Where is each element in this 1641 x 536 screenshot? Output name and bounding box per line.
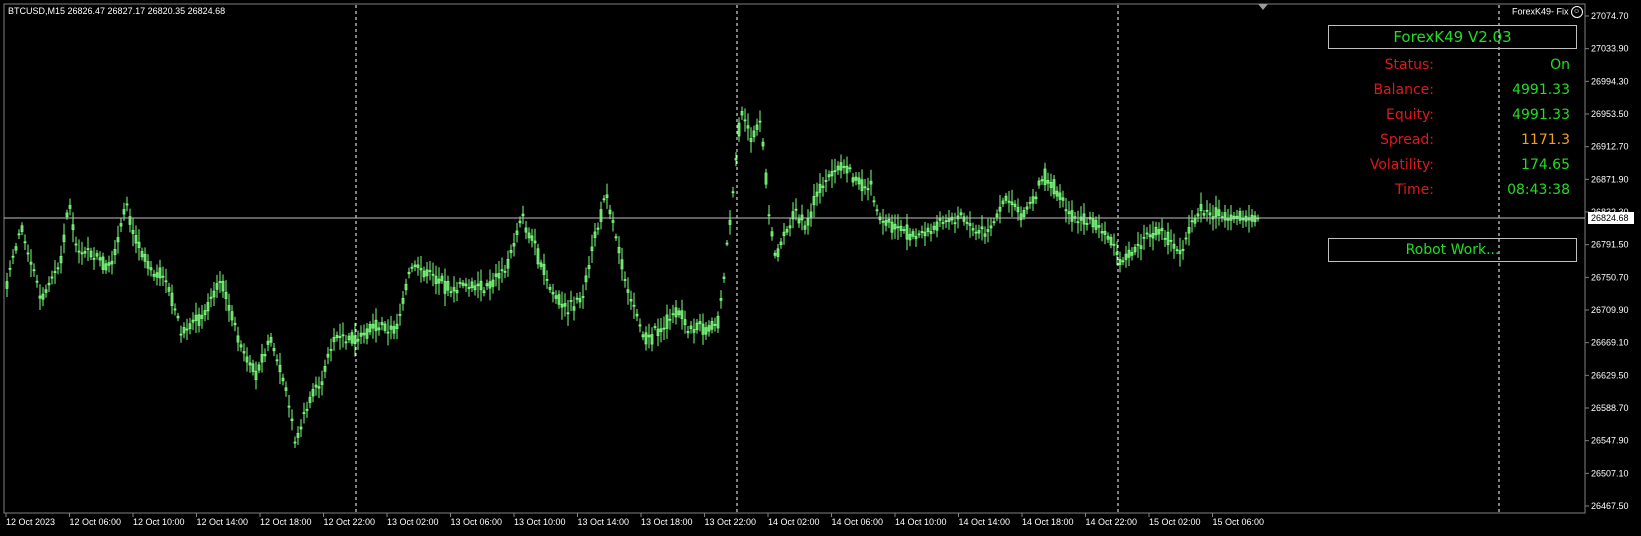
price-tick-label: 27033.90	[1591, 44, 1629, 54]
price-axis[interactable]: 27074.70 27033.90 26994.30 26953.50 26912.70…	[1585, 11, 1629, 511]
price-tick-label: 26467.50	[1591, 501, 1629, 511]
price-tick-label: 26953.50	[1591, 109, 1629, 119]
time-tick-label: 12 Oct 18:00	[260, 517, 312, 527]
time-tick-label: 13 Oct 14:00	[578, 517, 630, 527]
time-tick-label: 12 Oct 2023	[6, 517, 55, 527]
status-value: On	[1550, 57, 1570, 73]
price-tick-label: 26994.30	[1591, 76, 1629, 86]
volatility-label: Volatility:	[1369, 157, 1434, 173]
time-tick-label: 14 Oct 02:00	[768, 517, 820, 527]
time-tick-label: 14 Oct 22:00	[1086, 517, 1138, 527]
symbol-info: BTCUSD,M15 26826.47 26827.17 26820.35 26…	[8, 6, 226, 16]
price-tick-label: 26791.50	[1591, 240, 1629, 250]
time-tick-label: 14 Oct 06:00	[832, 517, 884, 527]
price-tick-label: 27074.70	[1591, 11, 1629, 21]
time-label: Time:	[1395, 182, 1434, 198]
time-tick-label: 14 Oct 10:00	[895, 517, 947, 527]
time-value: 08:43:38	[1507, 182, 1570, 198]
price-tick-label: 26871.90	[1591, 174, 1629, 184]
price-tick-label: 26547.90	[1591, 436, 1629, 446]
price-tick-label: 26507.10	[1591, 468, 1629, 478]
time-tick-label: 13 Oct 10:00	[514, 517, 566, 527]
candles	[5, 106, 1260, 448]
panel-title: ForexK49 V2.03	[1328, 25, 1577, 49]
robot-status-button[interactable]: Robot Work...	[1328, 238, 1577, 262]
time-tick-label: 13 Oct 18:00	[641, 517, 693, 527]
time-tick-label: 15 Oct 02:00	[1149, 517, 1201, 527]
price-tick-label: 26709.90	[1591, 305, 1629, 315]
balance-value: 4991.33	[1512, 82, 1570, 98]
time-tick-label: 13 Oct 06:00	[451, 517, 503, 527]
volatility-value: 174.65	[1521, 157, 1570, 173]
price-tick-label: 26750.70	[1591, 272, 1629, 282]
time-axis[interactable]: 12 Oct 2023 12 Oct 06:00 12 Oct 10:00 12 Oc…	[5, 513, 1265, 527]
price-chart[interactable]: 27074.70 27033.90 26994.30 26953.50 26912.70…	[0, 0, 1641, 536]
time-tick-label: 12 Oct 22:00	[324, 517, 376, 527]
time-tick-label: 14 Oct 18:00	[1022, 517, 1074, 527]
price-tick-label: 26912.70	[1591, 142, 1629, 152]
time-tick-label: 13 Oct 22:00	[705, 517, 757, 527]
time-tick-label: 15 Oct 06:00	[1213, 517, 1265, 527]
equity-value: 4991.33	[1512, 107, 1570, 123]
time-tick-label: 13 Oct 02:00	[387, 517, 439, 527]
price-tick-label: 26669.10	[1591, 338, 1629, 348]
time-tick-label: 12 Oct 06:00	[70, 517, 122, 527]
smiley-icon: ☺	[1570, 6, 1583, 18]
price-tick-label: 26629.50	[1591, 370, 1629, 380]
ea-name: ForexK49- Fix	[1512, 6, 1569, 17]
balance-label: Balance:	[1373, 82, 1434, 98]
spread-label: Spread:	[1379, 132, 1434, 148]
equity-label: Equity:	[1386, 107, 1434, 123]
shift-marker-icon[interactable]	[1258, 4, 1268, 10]
time-tick-label: 12 Oct 14:00	[197, 517, 249, 527]
time-tick-label: 14 Oct 14:00	[959, 517, 1011, 527]
status-label: Status:	[1384, 57, 1434, 73]
spread-value: 1171.3	[1521, 132, 1570, 148]
price-tick-label: 26588.70	[1591, 403, 1629, 413]
expert-advisor-label[interactable]: ForexK49- Fix ☺	[1512, 6, 1583, 18]
time-tick-label: 12 Oct 10:00	[133, 517, 185, 527]
current-price-label: 26824.68	[1591, 213, 1629, 223]
